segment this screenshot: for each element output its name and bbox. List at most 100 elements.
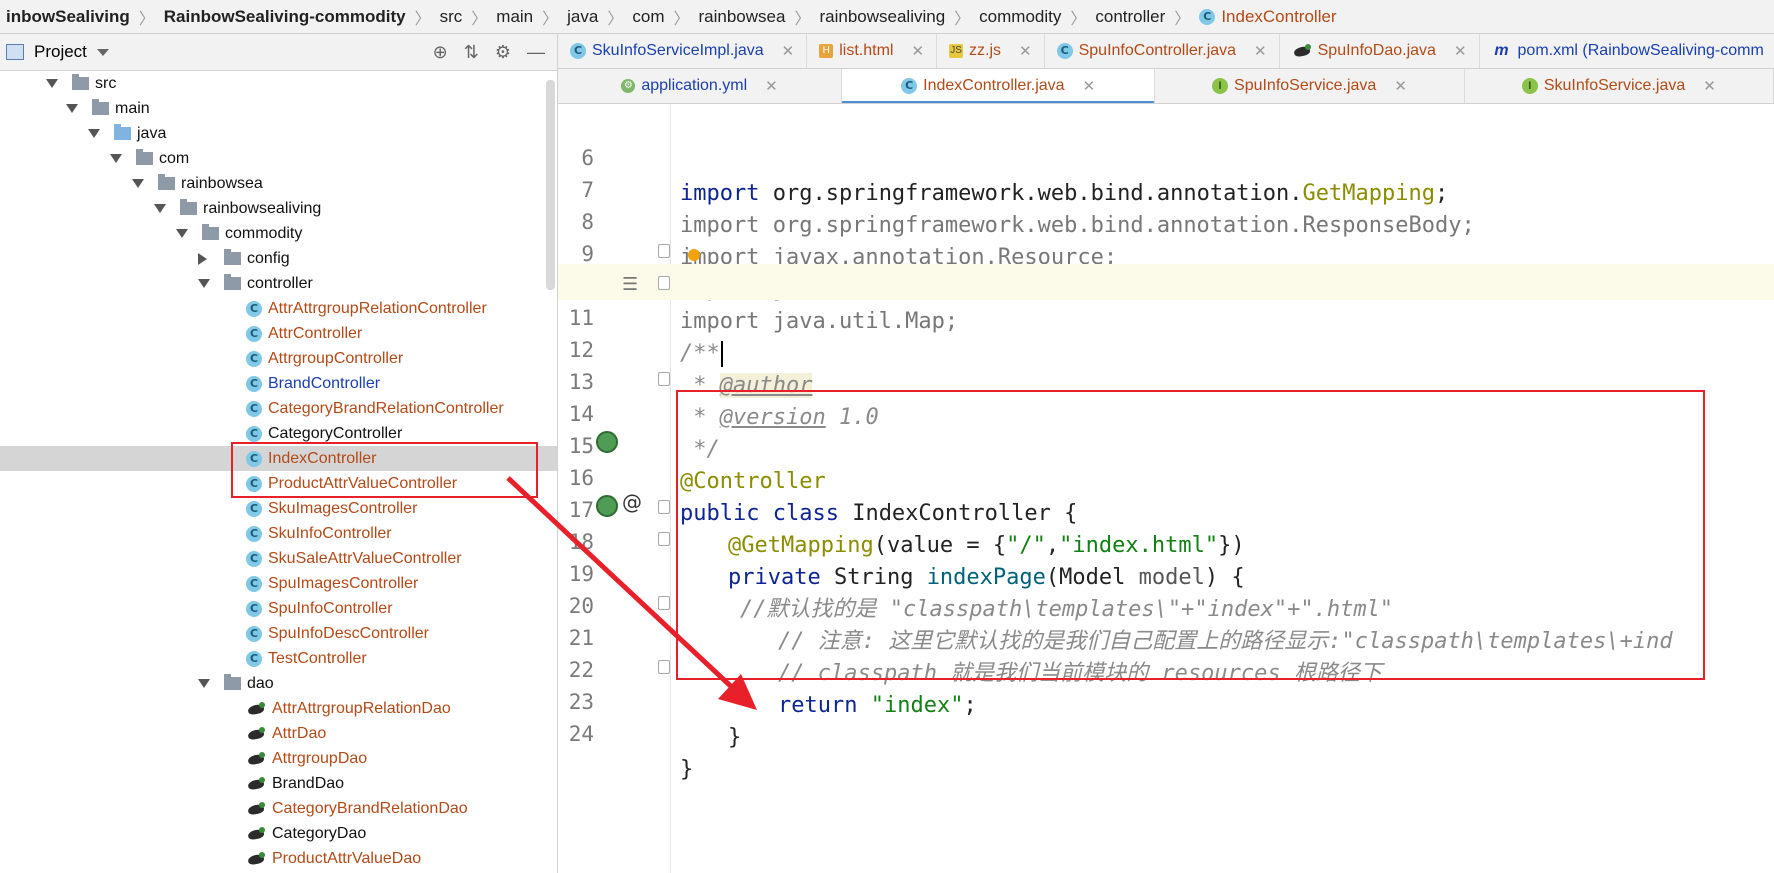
- breadcrumb-item[interactable]: controller: [1089, 7, 1171, 27]
- chevron-right-icon: 〉: [542, 10, 559, 28]
- tree-item[interactable]: src: [0, 71, 557, 96]
- tree-item[interactable]: com: [0, 146, 557, 171]
- tree-item[interactable]: CategoryDao: [0, 821, 557, 846]
- tree-item[interactable]: C AttrAttrgroupRelationController: [0, 296, 557, 321]
- collapse-all-icon[interactable]: ⇅: [464, 42, 479, 63]
- close-icon[interactable]: ✕: [1454, 42, 1467, 60]
- editor-tab[interactable]: I SpuInfoService.java ✕: [1155, 69, 1465, 103]
- tree-item[interactable]: C AttrController: [0, 321, 557, 346]
- tree-item[interactable]: C SkuInfoController: [0, 521, 557, 546]
- code-line[interactable]: 24 }: [558, 680, 1774, 782]
- breadcrumb-item[interactable]: java: [561, 7, 604, 27]
- tree-item[interactable]: rainbowsea: [0, 171, 557, 196]
- tree-item[interactable]: commodity: [0, 221, 557, 246]
- chevron-down-icon[interactable]: [176, 229, 188, 238]
- project-view-selector[interactable]: Project: [0, 42, 109, 62]
- gear-icon[interactable]: ⚙: [495, 42, 511, 63]
- breadcrumb-item[interactable]: rainbowsealiving: [813, 7, 951, 27]
- breadcrumb-item[interactable]: src: [434, 7, 469, 27]
- editor-tab[interactable]: C SpuInfoController.java ✕: [1045, 34, 1280, 68]
- chevron-down-icon[interactable]: [46, 79, 58, 88]
- scrollbar[interactable]: [546, 80, 555, 290]
- code-line[interactable]: 7 import org.springframework.web.bind.an…: [558, 136, 1774, 238]
- breadcrumb-item[interactable]: commodity: [973, 7, 1067, 27]
- fold-marker-icon[interactable]: [658, 596, 670, 610]
- close-icon[interactable]: ✕: [765, 77, 778, 95]
- code-line[interactable]: 6 import org.springframework.web.bind.an…: [558, 104, 1774, 206]
- tree-item[interactable]: ProductAttrValueDao: [0, 846, 557, 871]
- breadcrumb-item[interactable]: main: [490, 7, 539, 27]
- fold-marker-icon[interactable]: [658, 276, 670, 290]
- code-editor[interactable]: 6 import org.springframework.web.bind.an…: [558, 104, 1774, 873]
- code-line[interactable]: 12 * @author: [558, 296, 1774, 398]
- editor-tab[interactable]: ⚙ application.yml ✕: [558, 69, 843, 103]
- breadcrumb-item[interactable]: rainbowsea: [693, 7, 792, 27]
- mybatis-bird-icon: [1292, 44, 1312, 58]
- tree-item[interactable]: C TestController: [0, 646, 557, 671]
- request-mapping-icon[interactable]: @: [622, 490, 642, 514]
- breadcrumb-item[interactable]: inbowSealiving: [0, 7, 136, 27]
- tree-item[interactable]: config: [0, 246, 557, 271]
- breadcrumb-item[interactable]: com: [626, 7, 670, 27]
- tree-item[interactable]: C SpuInfoDescController: [0, 621, 557, 646]
- fold-marker-icon[interactable]: [658, 660, 670, 674]
- spring-bean-icon[interactable]: [596, 495, 618, 517]
- tree-item[interactable]: C SkuSaleAttrValueController: [0, 546, 557, 571]
- chevron-down-icon[interactable]: [66, 104, 78, 113]
- code-line[interactable]: 8 import javax.annotation.Resource;: [558, 168, 1774, 270]
- code-line-current[interactable]: 11 /**: [558, 264, 1774, 367]
- editor-tab[interactable]: Hlist.html ✕: [807, 34, 938, 68]
- tree-item[interactable]: C SkuImagesController: [0, 496, 557, 521]
- tree-item[interactable]: BrandDao: [0, 771, 557, 796]
- chevron-down-icon[interactable]: [110, 154, 122, 163]
- breadcrumb-item[interactable]: RainbowSealiving-commodity: [158, 7, 412, 27]
- lightbulb-icon[interactable]: [688, 249, 700, 261]
- chevron-down-icon[interactable]: [198, 279, 210, 288]
- fold-marker-icon[interactable]: [658, 532, 670, 546]
- tree-item[interactable]: java: [0, 121, 557, 146]
- close-icon[interactable]: ✕: [1703, 77, 1716, 95]
- editor-tab[interactable]: m pom.xml (RainbowSealiving-comm: [1480, 34, 1774, 68]
- chevron-right-icon[interactable]: [198, 252, 207, 265]
- chevron-down-icon[interactable]: [154, 204, 166, 213]
- editor-tab[interactable]: I SkuInfoService.java ✕: [1465, 69, 1774, 103]
- close-icon[interactable]: ✕: [911, 42, 924, 60]
- code-line[interactable]: 9 import java.util.List;: [558, 200, 1774, 302]
- close-icon[interactable]: ✕: [1083, 77, 1096, 95]
- breadcrumb-item-current[interactable]: C IndexController: [1193, 7, 1342, 27]
- tree-item[interactable]: C BrandController: [0, 371, 557, 396]
- minimize-icon[interactable]: —: [527, 42, 545, 63]
- editor-tab[interactable]: SpuInfoDao.java ✕: [1280, 34, 1480, 68]
- editor-tab[interactable]: JS zz.js ✕: [937, 34, 1045, 68]
- tree-item[interactable]: AttrDao: [0, 721, 557, 746]
- close-icon[interactable]: ✕: [782, 42, 795, 60]
- chevron-down-icon[interactable]: [198, 679, 210, 688]
- implemented-methods-icon[interactable]: ☰: [622, 274, 638, 295]
- tree-item[interactable]: C SpuInfoController: [0, 596, 557, 621]
- locate-icon[interactable]: ⊕: [433, 42, 448, 63]
- tree-item[interactable]: dao: [0, 671, 557, 696]
- tree-item[interactable]: C SpuImagesController: [0, 571, 557, 596]
- fold-marker-icon[interactable]: [658, 372, 670, 386]
- chevron-down-icon[interactable]: [88, 129, 100, 138]
- editor-tab[interactable]: C IndexController.java ✕: [842, 69, 1156, 103]
- chevron-down-icon[interactable]: [132, 179, 144, 188]
- tree-item[interactable]: C AttrgroupController: [0, 346, 557, 371]
- tree-item-label: TestController: [268, 649, 367, 667]
- close-icon[interactable]: ✕: [1019, 42, 1032, 60]
- tree-item[interactable]: AttrAttrgroupRelationDao: [0, 696, 557, 721]
- fold-marker-icon[interactable]: [658, 500, 670, 514]
- close-icon[interactable]: ✕: [1254, 42, 1267, 60]
- tree-item[interactable]: controller: [0, 271, 557, 296]
- tree-item[interactable]: C CategoryBrandRelationController: [0, 396, 557, 421]
- editor-tab[interactable]: C SkuInfoServiceImpl.java ✕: [558, 34, 808, 68]
- close-icon[interactable]: ✕: [1394, 77, 1407, 95]
- fold-marker-icon[interactable]: [658, 244, 670, 258]
- tree-item[interactable]: AttrgroupDao: [0, 746, 557, 771]
- spring-bean-icon[interactable]: [596, 431, 618, 453]
- tree-item[interactable]: rainbowsealiving: [0, 196, 557, 221]
- code-line[interactable]: 13 * @version 1.0: [558, 328, 1774, 430]
- tree-item[interactable]: main: [0, 96, 557, 121]
- tree-item[interactable]: CategoryBrandRelationDao: [0, 796, 557, 821]
- code-line[interactable]: 10 import java.util.Map;: [558, 232, 1774, 334]
